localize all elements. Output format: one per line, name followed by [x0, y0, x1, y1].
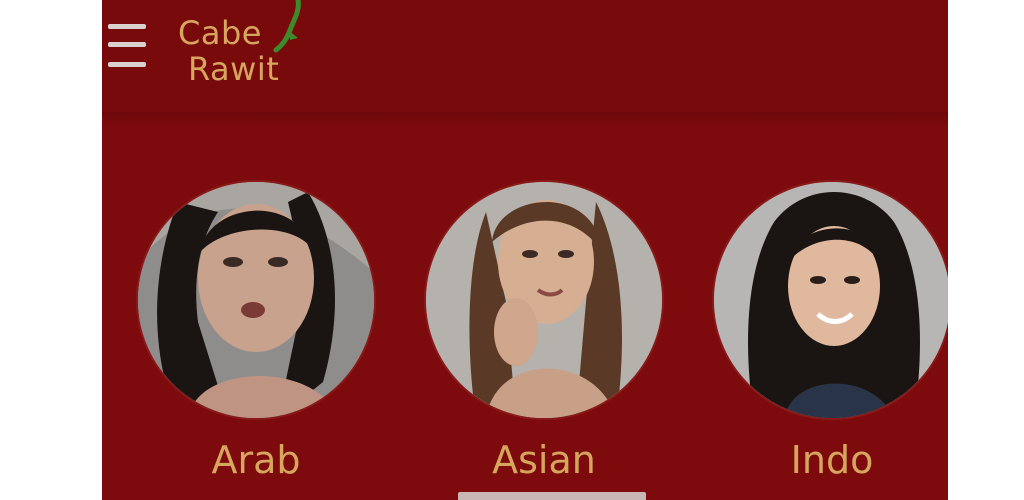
category-item-arab[interactable]: Arab: [136, 180, 376, 500]
header-divider: [102, 112, 948, 126]
category-avatar-arab: [136, 180, 376, 420]
category-item-asian[interactable]: Asian: [424, 180, 664, 500]
app-logo[interactable]: Cabe Rawit: [174, 0, 334, 96]
app-header: Cabe Rawit: [102, 0, 948, 118]
menu-button[interactable]: [104, 16, 148, 80]
category-list: Arab Asian Indo: [102, 180, 948, 500]
logo-text-line2: Rawit: [188, 50, 280, 88]
category-label-indo: Indo: [790, 438, 874, 482]
selected-tab-indicator: [458, 492, 646, 500]
app-screen: Cabe Rawit Arab Asian Indo: [102, 0, 948, 500]
category-item-indo[interactable]: Indo: [712, 180, 948, 500]
category-label-asian: Asian: [492, 438, 596, 482]
logo-text-line1: Cabe: [178, 14, 262, 52]
chili-pepper-icon: [273, 0, 301, 53]
category-avatar-indo: [712, 180, 948, 420]
category-label-arab: Arab: [211, 438, 301, 482]
category-avatar-asian: [424, 180, 664, 420]
